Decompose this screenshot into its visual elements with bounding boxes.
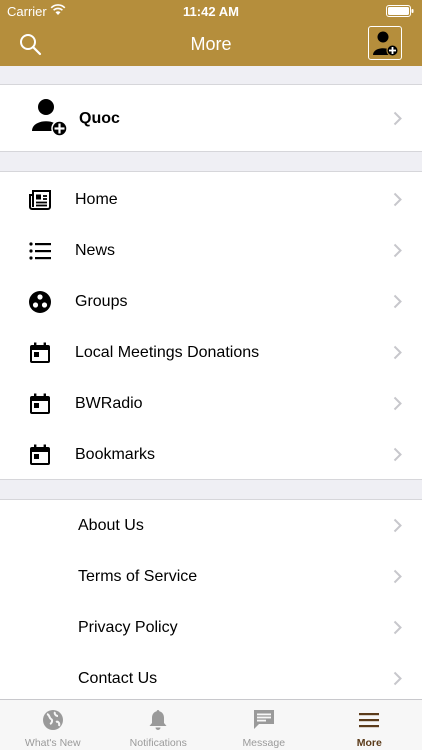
link-label: Contact Us bbox=[78, 670, 158, 687]
chevron-right-icon bbox=[393, 294, 402, 309]
calendar-icon bbox=[30, 444, 50, 465]
profile-name: Quoc bbox=[79, 110, 120, 127]
link-label: Privacy Policy bbox=[78, 619, 178, 636]
menu-item-label: Home bbox=[75, 191, 118, 208]
main-menu: Home News Groups Local Meetings Donation… bbox=[0, 171, 422, 480]
chevron-right-icon bbox=[393, 620, 402, 635]
profile-row[interactable]: Quoc bbox=[0, 84, 422, 152]
menu-item-bwradio[interactable]: BWRadio bbox=[0, 378, 422, 429]
menu-icon bbox=[359, 713, 380, 728]
menu-item-label: Groups bbox=[75, 293, 128, 310]
section-gap bbox=[0, 66, 422, 84]
info-links: About Us Terms of Service Privacy Policy… bbox=[0, 499, 422, 699]
link-privacy-policy[interactable]: Privacy Policy bbox=[0, 602, 422, 653]
tab-notifications[interactable]: Notifications bbox=[106, 700, 212, 750]
link-label: About Us bbox=[78, 517, 144, 534]
chevron-right-icon bbox=[393, 447, 402, 462]
chevron-right-icon bbox=[393, 243, 402, 258]
menu-item-label: News bbox=[75, 242, 116, 259]
newspaper-icon bbox=[29, 190, 51, 210]
calendar-icon bbox=[30, 393, 50, 414]
link-about-us[interactable]: About Us bbox=[0, 500, 422, 551]
header: Carrier 11:42 AM More bbox=[0, 0, 422, 66]
link-label: Terms of Service bbox=[78, 568, 198, 585]
chevron-right-icon bbox=[393, 396, 402, 411]
tab-more[interactable]: More bbox=[317, 700, 422, 750]
status-time: 11:42 AM bbox=[183, 4, 239, 19]
menu-item-local-meetings-donations[interactable]: Local Meetings Donations bbox=[0, 327, 422, 378]
menu-item-news[interactable]: News bbox=[0, 225, 422, 276]
more-menu: Quoc Home News Groups Local Meetings Don… bbox=[0, 66, 422, 699]
tab-label: More bbox=[356, 737, 382, 749]
menu-item-label: Bookmarks bbox=[75, 446, 156, 463]
battery-icon bbox=[386, 5, 414, 17]
tab-label: Message bbox=[242, 737, 286, 749]
menu-item-label: Local Meetings Donations bbox=[75, 344, 260, 361]
bell-icon bbox=[149, 710, 167, 730]
tab-bar: What's New Notifications Message More bbox=[0, 699, 422, 750]
chevron-right-icon bbox=[393, 192, 402, 207]
menu-item-bookmarks[interactable]: Bookmarks bbox=[0, 429, 422, 480]
menu-item-home[interactable]: Home bbox=[0, 174, 422, 225]
menu-item-groups[interactable]: Groups bbox=[0, 276, 422, 327]
chevron-right-icon bbox=[393, 518, 402, 533]
link-contact-us[interactable]: Contact Us bbox=[0, 653, 422, 699]
chevron-right-icon bbox=[393, 345, 402, 360]
menu-item-label: BWRadio bbox=[75, 395, 143, 412]
calendar-icon bbox=[30, 342, 50, 363]
globe-icon bbox=[42, 710, 63, 730]
add-user-icon bbox=[373, 31, 399, 57]
tab-label: What's New bbox=[24, 737, 81, 749]
chevron-right-icon bbox=[393, 671, 402, 686]
chat-icon bbox=[253, 710, 274, 729]
chevron-right-icon bbox=[393, 111, 402, 126]
link-terms-of-service[interactable]: Terms of Service bbox=[0, 551, 422, 602]
list-icon bbox=[29, 242, 51, 260]
profile-button[interactable] bbox=[368, 26, 402, 60]
section-gap bbox=[0, 153, 422, 171]
page-title: More bbox=[190, 34, 232, 54]
groups-icon bbox=[29, 291, 51, 313]
section-gap bbox=[0, 480, 422, 499]
add-user-icon bbox=[32, 99, 68, 137]
chevron-right-icon bbox=[393, 569, 402, 584]
tab-whats-new[interactable]: What's New bbox=[0, 700, 106, 750]
tab-label: Notifications bbox=[129, 737, 187, 749]
nav-bar: More bbox=[0, 22, 422, 66]
status-bar: Carrier 11:42 AM bbox=[0, 0, 422, 22]
tab-message[interactable]: Message bbox=[211, 700, 317, 750]
